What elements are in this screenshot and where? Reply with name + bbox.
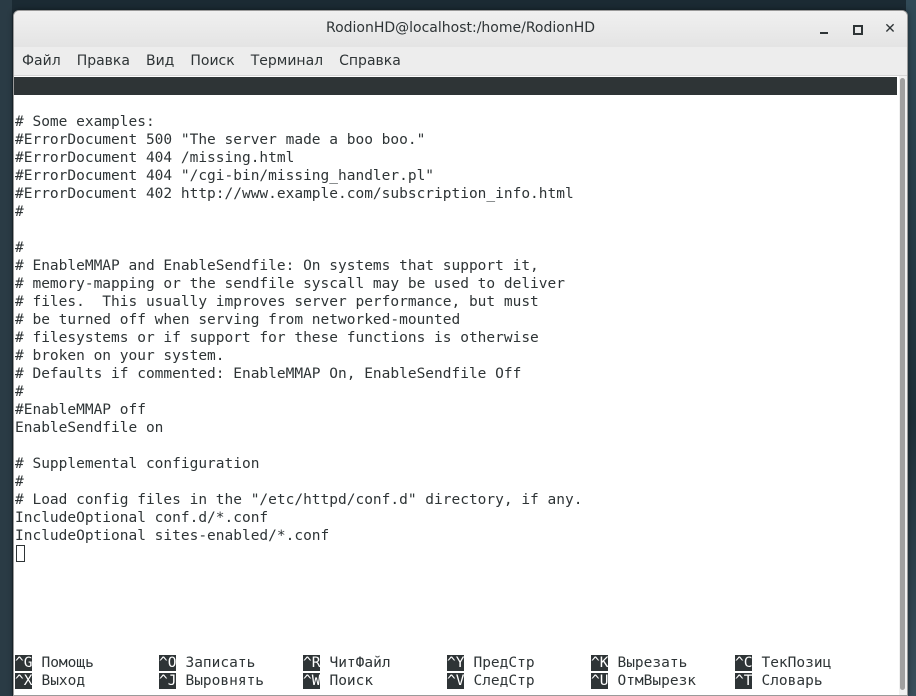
shortcut-key: ^K: [591, 655, 609, 671]
shortcut-cur-pos[interactable]: ^C ТекПозиц: [735, 654, 831, 672]
shortcut-uncut[interactable]: ^U ОтмВырезк: [591, 672, 696, 690]
editor-line: # Defaults if commented: EnableMMAP On, …: [15, 366, 522, 382]
shortcut-key: ^W: [303, 673, 321, 689]
shortcut-label: Помощь: [41, 655, 94, 671]
shortcut-key: ^O: [159, 655, 177, 671]
editor-line: #ErrorDocument 404 /missing.html: [15, 150, 295, 166]
editor-line: # Load config files in the "/etc/httpd/c…: [15, 492, 583, 508]
minimize-icon: [820, 32, 828, 34]
vertical-scrollbar[interactable]: [899, 76, 907, 695]
maximize-button[interactable]: [848, 20, 866, 38]
editor-line: #: [15, 384, 24, 400]
shortcut-label: Поиск: [329, 673, 374, 689]
shortcut-label: СледСтр: [473, 673, 535, 689]
shortcut-label: ПредСтр: [473, 655, 535, 671]
shortcut-row: ^X Выход ^J Выровнять ^W Поиск ^V СледСтр ^U…: [15, 672, 895, 690]
shortcut-where-is[interactable]: ^W Поиск: [303, 672, 373, 690]
shortcut-exit[interactable]: ^X Выход: [15, 672, 85, 690]
shortcut-row: ^G Помощь ^O Записать ^R ЧитФайл ^Y ПредСтр …: [15, 654, 895, 672]
editor-line: IncludeOptional conf.d/*.conf: [15, 510, 269, 526]
nano-header: GNU nano 2.3.1 Файл: /etc/httpd/conf/htt…: [14, 77, 897, 130]
shortcut-key: ^X: [15, 673, 33, 689]
shortcut-key: ^G: [15, 655, 33, 671]
terminal-area[interactable]: GNU nano 2.3.1 Файл: /etc/httpd/conf/htt…: [14, 76, 899, 695]
editor-line: #ErrorDocument 500 "The server made a bo…: [15, 132, 426, 148]
menu-file[interactable]: Файл: [14, 47, 69, 75]
shortcut-key: ^Y: [447, 655, 465, 671]
editor-line: #EnableMMAP off: [15, 402, 146, 418]
menu-view[interactable]: Вид: [138, 47, 182, 75]
close-button[interactable]: ✕: [881, 20, 899, 38]
editor-line: # Some examples:: [15, 114, 155, 130]
shortcut-key: ^J: [159, 673, 177, 689]
shortcut-label: ТекПозиц: [761, 655, 832, 671]
menu-terminal[interactable]: Терминал: [243, 47, 331, 75]
editor-line: EnableSendfile on: [15, 420, 164, 436]
shortcut-key: ^C: [735, 655, 753, 671]
scrollbar-thumb[interactable]: [900, 78, 905, 690]
editor-line: #ErrorDocument 404 "/cgi-bin/missing_han…: [15, 168, 435, 184]
editor-line: # be turned off when serving from networ…: [15, 312, 461, 328]
editor-content[interactable]: # Some examples: #ErrorDocument 500 "The…: [15, 113, 582, 563]
window-title: RodionHD@localhost:/home/RodionHD: [325, 20, 596, 36]
minimize-button[interactable]: [815, 20, 833, 38]
editor-line: IncludeOptional sites-enabled/*.conf: [15, 528, 330, 544]
shortcut-label: Словарь: [761, 673, 823, 689]
editor-line: #: [15, 204, 24, 220]
shortcut-key: ^U: [591, 673, 609, 689]
nano-shortcut-bar: ^G Помощь ^O Записать ^R ЧитФайл ^Y ПредСтр …: [15, 654, 895, 690]
editor-line: #ErrorDocument 402 http://www.example.co…: [15, 186, 574, 202]
editor-line: # broken on your system.: [15, 348, 225, 364]
shortcut-label: ЧитФайл: [329, 655, 391, 671]
shortcut-justify[interactable]: ^J Выровнять: [159, 672, 264, 690]
editor-line: # files. This usually improves server pe…: [15, 294, 539, 310]
menu-help[interactable]: Справка: [331, 47, 409, 75]
editor-line: # memory-mapping or the sendfile syscall…: [15, 276, 565, 292]
shortcut-help[interactable]: ^G Помощь: [15, 654, 94, 672]
shortcut-key: ^R: [303, 655, 321, 671]
text-cursor: [16, 545, 25, 562]
maximize-icon: [853, 25, 863, 35]
shortcut-label: Выровнять: [185, 673, 265, 689]
title-bar[interactable]: RodionHD@localhost:/home/RodionHD ✕: [14, 11, 907, 48]
shortcut-key: ^T: [735, 673, 753, 689]
editor-line: #: [15, 240, 24, 256]
nano-version: GNU nano 2.3.1: [33, 96, 156, 112]
close-icon: ✕: [884, 21, 896, 37]
desktop-background-left: [0, 0, 12, 696]
shortcut-next-page[interactable]: ^V СледСтр: [447, 672, 535, 690]
editor-line: #: [15, 474, 24, 490]
editor-line: # EnableMMAP and EnableSendfile: On syst…: [15, 258, 539, 274]
menu-search[interactable]: Поиск: [182, 47, 242, 75]
shortcut-label: Вырезать: [617, 655, 688, 671]
menu-bar: Файл Правка Вид Поиск Терминал Справка: [14, 47, 907, 76]
editor-line: # Supplemental configuration: [15, 456, 260, 472]
shortcut-label: Выход: [41, 673, 86, 689]
menu-edit[interactable]: Правка: [69, 47, 138, 75]
shortcut-write[interactable]: ^O Записать: [159, 654, 255, 672]
shortcut-spell[interactable]: ^T Словарь: [735, 672, 823, 690]
shortcut-key: ^V: [447, 673, 465, 689]
shortcut-label: Записать: [185, 655, 256, 671]
shortcut-read-file[interactable]: ^R ЧитФайл: [303, 654, 391, 672]
terminal-window: RodionHD@localhost:/home/RodionHD ✕ Файл…: [13, 10, 908, 696]
cursor-line: [15, 545, 582, 563]
editor-line: # filesystems or if support for these fu…: [15, 330, 539, 346]
shortcut-cut[interactable]: ^K Вырезать: [591, 654, 687, 672]
shortcut-prev-page[interactable]: ^Y ПредСтр: [447, 654, 535, 672]
shortcut-label: ОтмВырезк: [617, 673, 697, 689]
